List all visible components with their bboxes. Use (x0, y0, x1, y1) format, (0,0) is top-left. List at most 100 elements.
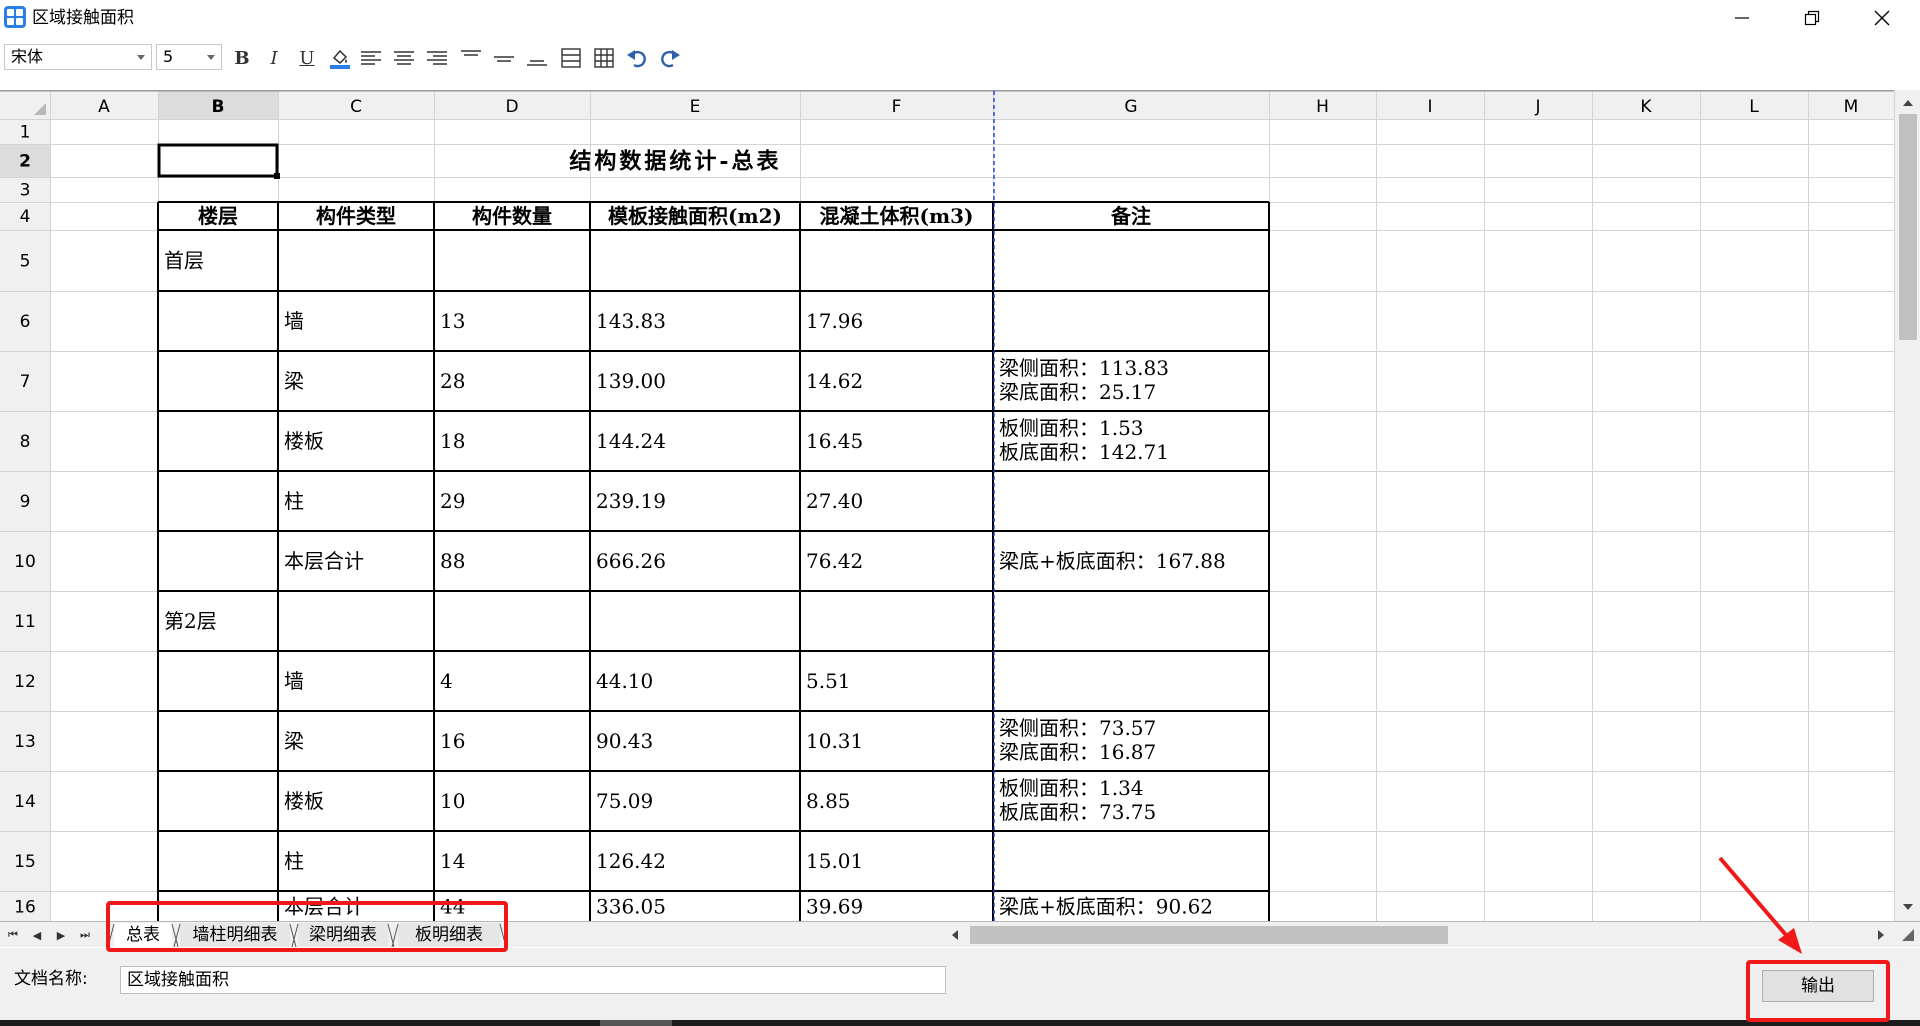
active-cell[interactable] (157, 143, 279, 178)
table-cell: 梁底+板底面积：90.62 (999, 895, 1213, 919)
horizontal-scroll-thumb[interactable] (970, 926, 1448, 944)
table-cell-line: 板侧面积：1.34 (999, 776, 1144, 800)
export-button-highlight (1746, 960, 1890, 1022)
undo-icon (627, 50, 646, 68)
align-middle-icon (494, 56, 514, 62)
fill-color-icon (330, 49, 350, 69)
table-cell: 16.45 (806, 429, 863, 453)
table-cell: 90.43 (596, 729, 653, 753)
align-left-button[interactable] (358, 46, 384, 70)
vertical-scrollbar[interactable] (1894, 90, 1920, 921)
scroll-up-icon[interactable] (1903, 100, 1913, 106)
vertical-scroll-thumb[interactable] (1899, 114, 1917, 340)
table-cell: 本层合计 (284, 549, 364, 573)
undo-button[interactable] (624, 46, 650, 70)
row-header: 1 (20, 123, 31, 143)
table-cell: 柱 (284, 849, 304, 873)
chevron-down-icon (137, 55, 145, 60)
table-cell: 15.01 (806, 849, 863, 873)
align-middle-button[interactable] (491, 46, 517, 70)
table-cell: 墙 (284, 669, 304, 693)
italic-button[interactable]: I (261, 46, 287, 70)
table-cell: 楼板 (284, 429, 324, 453)
scroll-down-icon[interactable] (1903, 904, 1913, 910)
table-cell: 楼板 (284, 789, 324, 813)
scroll-right-icon[interactable] (1878, 930, 1884, 940)
taskbar-strip (0, 1020, 1920, 1026)
font-size-select[interactable]: 5 (156, 44, 222, 70)
table-cell: 10.31 (806, 729, 863, 753)
table-cell: 44.10 (596, 669, 653, 693)
title-bar: 区域接触面积 (0, 0, 1920, 36)
column-header: B (212, 97, 225, 117)
column-header: I (1427, 97, 1432, 117)
align-right-icon (427, 51, 447, 65)
minimize-icon (1735, 17, 1749, 19)
table-cell: 126.42 (596, 849, 666, 873)
app-icon (4, 6, 26, 28)
split-cells-button[interactable] (591, 46, 617, 70)
row-header: 5 (20, 252, 31, 272)
table-cell: 17.96 (806, 309, 863, 333)
row-header: 15 (14, 852, 36, 872)
annotation-arrow-icon (1718, 856, 1802, 954)
spreadsheet-grid[interactable]: A B C D E F G H I J K L M 1 2 3 4 5 6 7 8 9 10 11 12 13 14 15 16 结构数据… (0, 90, 1920, 921)
bold-icon: B (234, 47, 250, 69)
sheet-tabs-highlight (106, 901, 508, 952)
minimize-button[interactable] (1710, 0, 1774, 36)
table-cell: 10 (440, 789, 465, 813)
underline-button[interactable]: U (294, 46, 320, 70)
table-cell-line: 梁侧面积：113.83 (999, 356, 1169, 380)
underline-icon: U (299, 47, 315, 69)
close-button[interactable] (1850, 0, 1914, 36)
row-header: 6 (20, 312, 31, 332)
row-header: 8 (20, 432, 31, 452)
table-cell-line: 梁底面积：25.17 (999, 380, 1156, 404)
bold-button[interactable]: B (229, 46, 255, 70)
row-header: 3 (20, 181, 31, 201)
align-right-button[interactable] (424, 46, 450, 70)
bottom-panel: 文档名称: 区域接触面积 输出 (0, 948, 1920, 1020)
font-name-select[interactable]: 宋体 (4, 44, 152, 70)
merge-cells-button[interactable] (558, 46, 584, 70)
redo-button[interactable] (657, 46, 683, 70)
sheet-canvas[interactable]: A B C D E F G H I J K L M12345678910111213141516结构数据… (0, 91, 1894, 921)
table-header-cell: 楼层 (198, 204, 238, 228)
table-header-cell: 混凝土体积(m3) (819, 204, 973, 228)
align-top-button[interactable] (458, 46, 484, 70)
table-cell: 28 (440, 369, 465, 393)
scroll-left-icon[interactable] (952, 930, 958, 940)
window-title: 区域接触面积 (32, 8, 134, 28)
table-cell: 75.09 (596, 789, 653, 813)
align-center-button[interactable] (391, 46, 417, 70)
column-header: K (1640, 97, 1652, 117)
align-bottom-button[interactable] (524, 46, 550, 70)
table-cell: 梁 (284, 729, 304, 753)
column-header: A (98, 97, 110, 117)
fill-handle[interactable] (274, 173, 280, 179)
table-cell: 梁底+板底面积：167.88 (999, 549, 1226, 573)
table-header-cell: 模板接触面积(m2) (608, 204, 782, 228)
scroll-corner (1896, 923, 1920, 947)
table-cell: 239.19 (596, 489, 666, 513)
column-header: E (690, 97, 701, 117)
table-cell: 144.24 (596, 429, 666, 453)
chevron-down-icon (207, 55, 215, 60)
table-cell: 4 (440, 669, 453, 693)
row-header: 10 (14, 552, 36, 572)
column-header-bar (0, 91, 1894, 119)
document-name-input[interactable]: 区域接触面积 (120, 966, 946, 994)
table-cell: 8.85 (806, 789, 851, 813)
italic-icon: I (270, 47, 278, 69)
table-cell: 666.26 (596, 549, 666, 573)
table-cell: 13 (440, 309, 465, 333)
fill-color-button[interactable] (327, 46, 353, 70)
row-header: 11 (14, 612, 36, 632)
restore-button[interactable] (1780, 0, 1844, 36)
table-cell: 柱 (284, 489, 304, 513)
table-cell: 梁 (284, 369, 304, 393)
align-bottom-icon (527, 60, 547, 66)
table-cell-line: 梁侧面积：73.57 (999, 716, 1156, 740)
document-name-label: 文档名称: (14, 969, 88, 989)
table-cell: 墙 (284, 309, 304, 333)
